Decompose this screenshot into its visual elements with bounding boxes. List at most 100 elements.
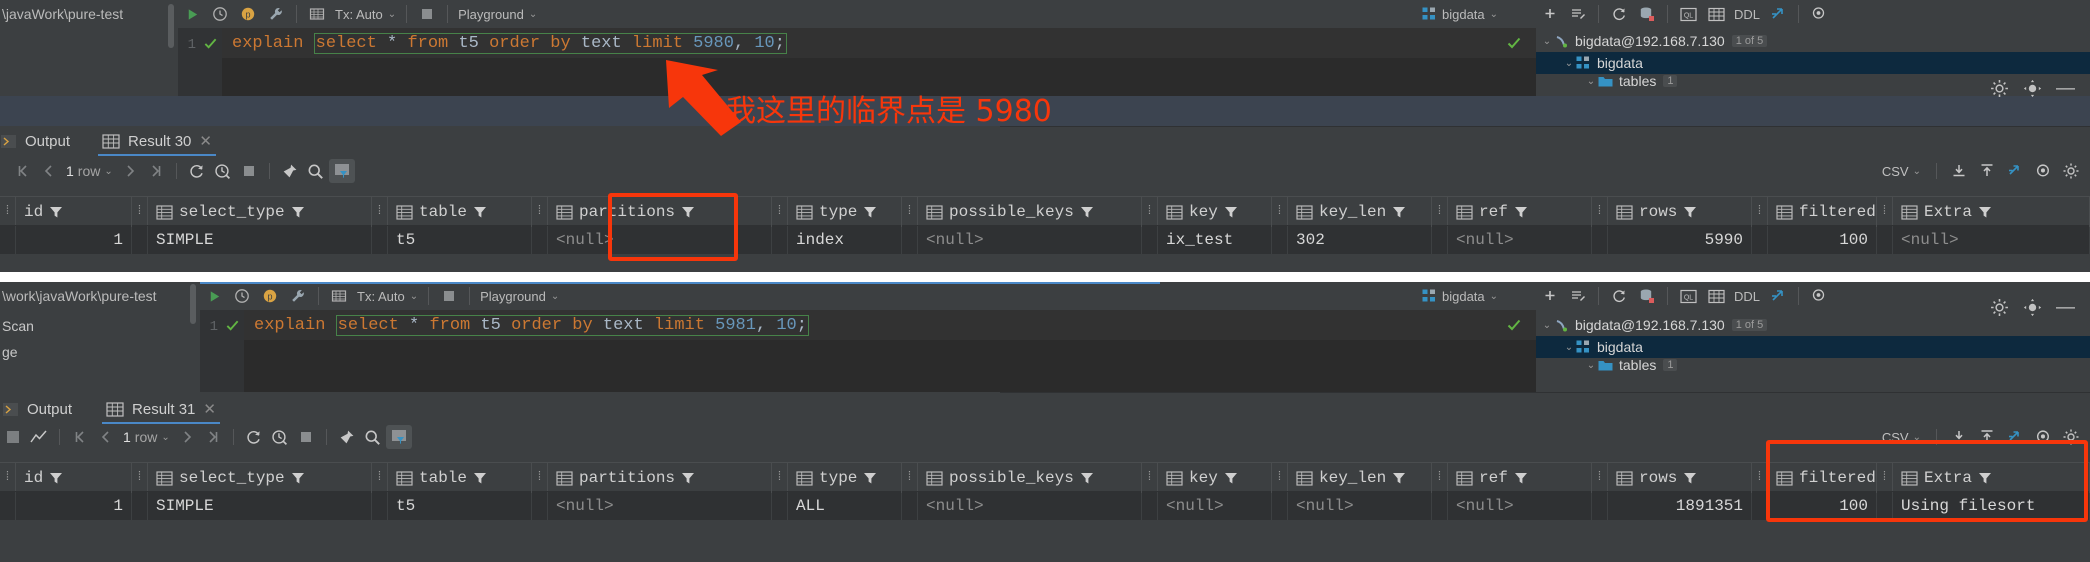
column-resize-handle[interactable]: ⁞ — [1877, 463, 1893, 491]
table-row[interactable]: 1 SIMPLE t5 <null> index <null> ix_test 302 <nul… — [0, 226, 2090, 254]
plus-icon[interactable] — [1536, 283, 1564, 309]
column-resize-handle[interactable]: ⁞ — [1752, 197, 1768, 225]
column-filter-icon[interactable] — [1978, 471, 1992, 485]
cell-table[interactable]: t5 — [388, 492, 532, 520]
column-resize-handle[interactable]: ⁞ — [372, 197, 388, 225]
column-filter-icon[interactable] — [49, 471, 63, 485]
column-resize-handle[interactable]: ⁞ — [532, 463, 548, 491]
column-filter-icon[interactable] — [1224, 471, 1238, 485]
format-selector-a[interactable]: CSV ⌄ — [1882, 164, 1927, 179]
stop-icon[interactable] — [435, 283, 463, 309]
left-pane-item-ge[interactable]: ge — [2, 344, 18, 360]
grid-mode-icon[interactable] — [0, 425, 26, 449]
close-icon[interactable]: ✕ — [199, 132, 212, 150]
column-filter-icon[interactable] — [1514, 205, 1528, 219]
table-grid-icon[interactable] — [1702, 283, 1730, 309]
import-icon[interactable] — [1946, 159, 1972, 183]
jump-to-icon[interactable] — [1764, 1, 1792, 27]
column-resize-handle[interactable]: ⁞ — [132, 197, 148, 225]
stop-icon[interactable] — [293, 425, 319, 449]
column-resize-handle[interactable]: ⁞ — [1432, 463, 1448, 491]
column-resize-handle[interactable]: ⁞ — [1142, 197, 1158, 225]
search-icon[interactable] — [360, 425, 386, 449]
column-resize-handle[interactable]: ⁞ — [1142, 463, 1158, 491]
reload-icon[interactable] — [184, 159, 210, 183]
tab-output-b[interactable]: Output — [0, 395, 82, 423]
column-filter-icon[interactable] — [1978, 205, 1992, 219]
cell-partitions[interactable]: <null> — [548, 492, 772, 520]
last-page-icon[interactable] — [143, 159, 169, 183]
cell-id[interactable]: 1 — [16, 226, 132, 254]
column-header-type[interactable]: type — [788, 197, 902, 227]
tab-result-a[interactable]: Result 30 ✕ — [92, 127, 222, 156]
export-icon[interactable] — [1974, 159, 2000, 183]
column-resize-handle[interactable]: ⁞ — [902, 463, 918, 491]
cell-key[interactable]: ix_test — [1158, 226, 1272, 254]
editor-inspection-ok-icon[interactable] — [1506, 35, 1522, 51]
table-grid-icon[interactable] — [1702, 1, 1730, 27]
open-in-icon[interactable] — [2002, 159, 2028, 183]
history-icon[interactable] — [206, 1, 234, 27]
settings-icon[interactable] — [2058, 159, 2084, 183]
column-header-filtered[interactable]: filtered — [1768, 463, 1877, 493]
column-filter-icon[interactable] — [681, 205, 695, 219]
tab-result-b[interactable]: Result 31 ✕ — [96, 395, 226, 424]
column-resize-handle[interactable]: ⁞ — [1272, 463, 1288, 491]
chevron-down-icon[interactable]: ⌄ — [1584, 360, 1598, 371]
column-filter-icon[interactable] — [863, 205, 877, 219]
pin-icon[interactable] — [334, 425, 360, 449]
stop-icon[interactable] — [236, 159, 262, 183]
gear-icon[interactable] — [2023, 298, 2042, 317]
jump-to-icon[interactable] — [1764, 283, 1792, 309]
tree-node-schema-a[interactable]: ⌄ bigdata — [1536, 52, 2090, 74]
ddl-button-a[interactable]: DDL — [1730, 7, 1764, 22]
wrench-icon[interactable] — [284, 283, 312, 309]
column-header-filtered[interactable]: filtered — [1768, 197, 1877, 227]
column-filter-icon[interactable] — [473, 205, 487, 219]
next-page-icon[interactable] — [117, 159, 143, 183]
format-selector-b[interactable]: CSV ⌄ — [1882, 430, 1927, 445]
cell-key_len[interactable]: 302 — [1288, 226, 1432, 254]
tx-mode-selector-a[interactable]: Tx: Auto ⌄ — [331, 7, 400, 22]
cell-type[interactable]: ALL — [788, 492, 902, 520]
row-count-selector-a[interactable]: 1 row ⌄ — [62, 163, 117, 179]
column-filter-icon[interactable] — [1080, 471, 1094, 485]
gear-icon[interactable] — [2023, 79, 2042, 98]
ddl-button-b[interactable]: DDL — [1730, 289, 1764, 304]
column-filter-icon[interactable] — [1080, 205, 1094, 219]
next-page-icon[interactable] — [174, 425, 200, 449]
tree-node-connection-a[interactable]: ⌄ bigdata@192.168.7.130 1 of 5 — [1536, 30, 2090, 52]
column-header-ref[interactable]: ref — [1448, 463, 1592, 493]
wrench-icon[interactable] — [262, 1, 290, 27]
column-filter-icon[interactable] — [681, 471, 695, 485]
reload-icon[interactable] — [241, 425, 267, 449]
column-resize-handle[interactable]: ⁞ — [1272, 197, 1288, 225]
query-time-icon[interactable] — [267, 425, 293, 449]
sql-statement-a[interactable]: explain select * from t5 order by text l… — [232, 33, 787, 54]
ql-icon[interactable]: QL — [1674, 283, 1702, 309]
close-icon[interactable]: ✕ — [203, 400, 216, 418]
column-filter-icon[interactable] — [291, 205, 305, 219]
column-header-id[interactable]: id — [16, 463, 132, 493]
cell-id[interactable]: 1 — [16, 492, 132, 520]
column-resize-handle[interactable]: ⁞ — [772, 463, 788, 491]
cell-Extra[interactable]: <null> — [1893, 226, 2090, 254]
column-header-key[interactable]: key — [1158, 463, 1272, 493]
cell-ref[interactable]: <null> — [1448, 492, 1592, 520]
sql-statement-b[interactable]: explain select * from t5 order by text l… — [254, 315, 809, 336]
filter-active-icon[interactable] — [328, 159, 355, 183]
column-header-Extra[interactable]: Extra — [1893, 197, 2090, 227]
column-header-rows[interactable]: rows — [1608, 463, 1752, 493]
prev-page-icon[interactable] — [93, 425, 119, 449]
settings-icon[interactable] — [2058, 425, 2084, 449]
tree-node-tables-b[interactable]: ⌄ tables 1 — [1536, 358, 2090, 372]
column-header-possible_keys[interactable]: possible_keys — [918, 197, 1142, 227]
cell-rows[interactable]: 5990 — [1608, 226, 1752, 254]
cell-Extra[interactable]: Using filesort — [1893, 492, 2090, 520]
cell-possible_keys[interactable]: <null> — [918, 226, 1142, 254]
plus-icon[interactable] — [1536, 1, 1564, 27]
column-header-ref[interactable]: ref — [1448, 197, 1592, 227]
tree-node-connection-b[interactable]: ⌄ bigdata@192.168.7.130 1 of 5 — [1536, 314, 2090, 336]
project-pane-scrollbar-a[interactable] — [168, 4, 174, 48]
pin-icon[interactable] — [277, 159, 303, 183]
